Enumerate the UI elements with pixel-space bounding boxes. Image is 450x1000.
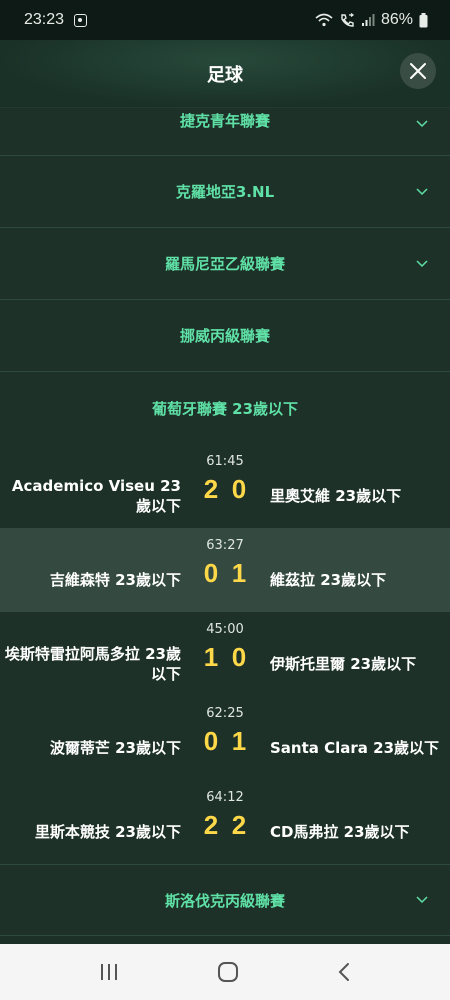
home-score: 0 (203, 558, 219, 588)
battery-icon (419, 12, 428, 27)
league-row-slovakia[interactable]: 斯洛伐克丙級聯賽 (0, 864, 450, 936)
away-score: 0 (231, 642, 247, 672)
chevron-down-icon (416, 187, 428, 195)
league-row-czech-youth[interactable]: 捷克青年聯賽 (0, 108, 450, 156)
wifi-icon (315, 13, 333, 27)
home-score: 2 (203, 810, 219, 840)
away-team: 伊斯托里爾 23歲以下 (270, 655, 417, 673)
chevron-down-icon (416, 259, 428, 267)
chevron-down-icon (416, 896, 428, 904)
home-score: 0 (203, 726, 219, 756)
league-row-romania[interactable]: 羅馬尼亞乙級聯賽 (0, 228, 450, 300)
home-team: 里斯本競技 23歲以下 (34, 823, 181, 841)
home-icon[interactable] (217, 961, 239, 983)
home-team: 波爾蒂芒 23歲以下 (49, 739, 181, 757)
status-bar: 23:23 86% (0, 0, 450, 40)
away-team: 里奧艾維 23歲以下 (270, 487, 402, 505)
match-clock: 62:25 (206, 706, 244, 721)
chevron-down-icon (416, 120, 428, 128)
league-label: 斯洛伐克丙級聯賽 (164, 891, 285, 910)
league-list: 捷克青年聯賽 克羅地亞3.NL 羅馬尼亞乙級聯賽 挪威丙級聯賽 葡萄牙聯賽 23… (0, 108, 450, 864)
status-icons: 86% (315, 11, 428, 29)
home-team: 埃斯特雷拉阿馬多拉 23歲以下 (4, 645, 181, 683)
sport-header: 足球 (0, 40, 450, 108)
home-team: 吉維森特 23歲以下 (49, 571, 181, 589)
match-row[interactable]: 61:45 Academico Viseu 23歲以下 2 0 里奧艾維 23歲… (0, 444, 450, 528)
away-team: Santa Clara 23歲以下 (270, 739, 440, 757)
away-score: 0 (231, 474, 247, 504)
recent-apps-icon[interactable] (99, 963, 119, 981)
notification-app-icon (74, 13, 88, 27)
back-icon[interactable] (337, 962, 351, 982)
close-icon (410, 63, 426, 79)
match-clock: 63:27 (206, 538, 244, 553)
away-score: 2 (231, 810, 247, 840)
signal-icon (361, 14, 375, 26)
status-time: 23:23 (24, 11, 65, 28)
league-row-croatia[interactable]: 克羅地亞3.NL (0, 156, 450, 228)
league-section-portugal-u23[interactable]: 葡萄牙聯賽 23歲以下 (0, 372, 450, 444)
page-title: 足球 (207, 64, 243, 86)
home-score: 2 (203, 474, 219, 504)
battery-percent: 86% (380, 11, 413, 28)
match-row[interactable]: 62:25 波爾蒂芒 23歲以下 0 1 Santa Clara 23歲以下 (0, 696, 450, 780)
league-label: 挪威丙級聯賽 (179, 327, 270, 345)
away-team: CD馬弗拉 23歲以下 (270, 823, 410, 841)
system-nav-bar (0, 944, 450, 1000)
match-row[interactable]: 45:00 埃斯特雷拉阿馬多拉 23歲以下 1 0 伊斯托里爾 23歲以下 (0, 612, 450, 696)
away-score: 1 (231, 726, 247, 756)
away-score: 1 (231, 558, 247, 588)
call-icon (341, 12, 354, 27)
section-title: 葡萄牙聯賽 23歲以下 (151, 399, 299, 418)
match-clock: 61:45 (206, 454, 244, 469)
league-label: 羅馬尼亞乙級聯賽 (164, 255, 285, 273)
match-row[interactable]: 63:27 吉維森特 23歲以下 0 1 維茲拉 23歲以下 (0, 528, 450, 612)
league-label: 捷克青年聯賽 (179, 112, 270, 130)
league-row-norway[interactable]: 挪威丙級聯賽 (0, 300, 450, 372)
match-clock: 64:12 (206, 790, 244, 805)
match-clock: 45:00 (206, 622, 244, 637)
close-button[interactable] (400, 53, 436, 89)
match-row[interactable]: 64:12 里斯本競技 23歲以下 2 2 CD馬弗拉 23歲以下 (0, 780, 450, 864)
league-label: 克羅地亞3.NL (175, 183, 275, 201)
home-score: 1 (203, 642, 219, 672)
home-team: Academico Viseu 23歲以下 (11, 477, 181, 515)
away-team: 維茲拉 23歲以下 (270, 571, 387, 589)
